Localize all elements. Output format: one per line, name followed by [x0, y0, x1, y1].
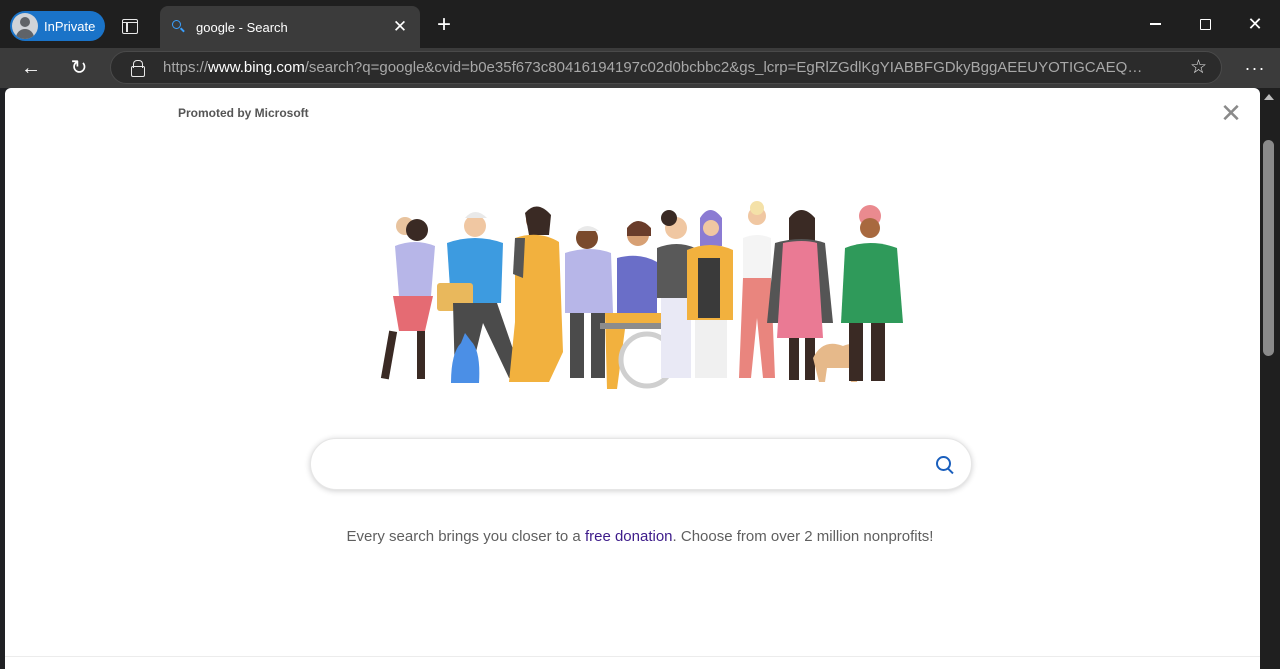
person-figure — [841, 205, 903, 381]
donation-tagline: Every search brings you closer to a free… — [5, 528, 1260, 545]
tab-actions-icon — [122, 18, 138, 34]
inprivate-label: InPrivate — [44, 18, 96, 34]
promoted-label: Promoted by Microsoft — [178, 106, 309, 120]
close-icon: ✕ — [1247, 14, 1263, 34]
person-figure — [565, 226, 613, 378]
person-figure — [380, 217, 435, 380]
person-figure — [687, 210, 733, 378]
inprivate-badge[interactable]: InPrivate — [10, 11, 105, 41]
person-figure — [739, 201, 775, 378]
window-close-button[interactable]: ✕ — [1232, 6, 1278, 42]
tab-title: google - Search — [196, 19, 288, 35]
profile-avatar-icon — [12, 13, 38, 39]
page-viewport: Promoted by Microsoft ✕ Every search bri… — [5, 88, 1260, 669]
search-icon[interactable] — [935, 455, 955, 475]
search-icon — [172, 20, 186, 34]
dismiss-promo-button[interactable]: ✕ — [1219, 100, 1243, 126]
url-scheme: https:// — [163, 59, 209, 76]
people-illustration — [380, 201, 903, 389]
title-bar: InPrivate google - Search ✕ + ✕ — [0, 0, 1280, 48]
maximize-icon — [1199, 18, 1211, 30]
divider — [5, 656, 1260, 657]
tab-close-button[interactable]: ✕ — [390, 17, 410, 37]
lock-icon[interactable] — [131, 59, 145, 77]
favorite-star-icon[interactable]: ☆ — [1190, 58, 1207, 78]
navigation-bar: ← ↻ https://www.bing.com/search?q=google… — [0, 48, 1280, 88]
scroll-up-arrow-icon[interactable] — [1264, 94, 1274, 100]
url-host: www.bing.com — [208, 59, 305, 76]
more-menu-button[interactable]: ··· — [1240, 53, 1270, 83]
person-figure — [509, 206, 563, 382]
minimize-button[interactable] — [1132, 6, 1178, 42]
search-input[interactable] — [333, 449, 923, 481]
maximize-button[interactable] — [1182, 6, 1228, 42]
url-rest: /search?q=google&cvid=b0e35f673c80416194… — [304, 59, 1153, 76]
reload-button[interactable]: ↻ — [64, 53, 94, 83]
free-donation-link[interactable]: free donation — [585, 528, 673, 545]
tagline-before: Every search brings you closer to a — [346, 528, 585, 545]
new-tab-button[interactable]: + — [430, 12, 458, 40]
url-text[interactable]: https://www.bing.com/search?q=google&cvi… — [163, 59, 1153, 76]
person-figure — [437, 212, 523, 381]
search-box[interactable] — [310, 438, 972, 490]
vertical-scrollbar[interactable] — [1260, 88, 1280, 669]
scroll-thumb[interactable] — [1263, 140, 1274, 356]
back-button[interactable]: ← — [16, 53, 46, 83]
tab-active[interactable]: google - Search ✕ — [160, 6, 420, 48]
address-bar[interactable]: https://www.bing.com/search?q=google&cvi… — [110, 51, 1222, 84]
tab-actions-button[interactable] — [116, 12, 144, 40]
tagline-after: . Choose from over 2 million nonprofits! — [672, 528, 934, 545]
minimize-icon — [1149, 23, 1161, 25]
